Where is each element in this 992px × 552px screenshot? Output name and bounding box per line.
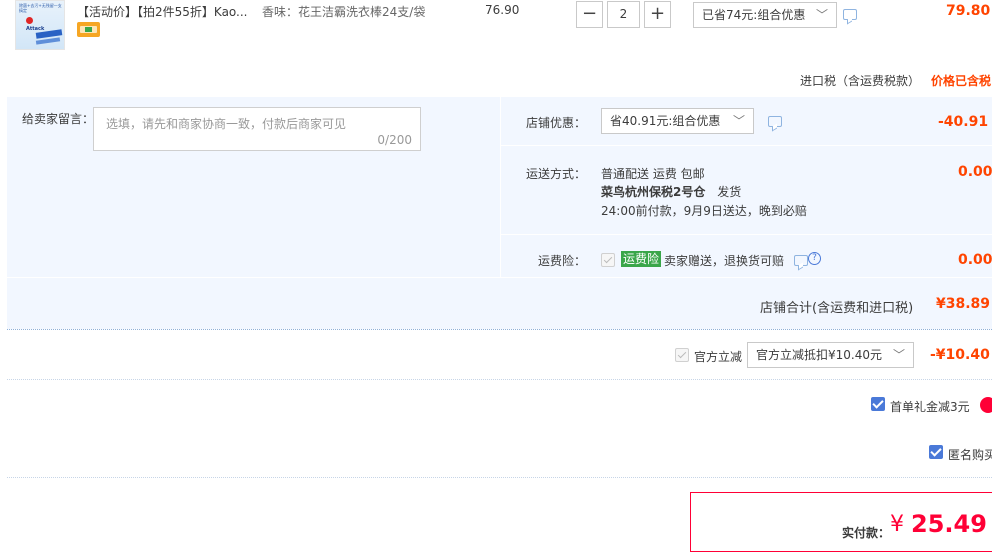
divider [7,477,992,478]
official-discount-value: -¥10.40 [930,347,990,363]
quantity-stepper[interactable]: − 2 + [576,1,671,28]
thumb-caption: 除菌+去污+无残留一支搞定 [19,3,62,13]
gift-badge-icon [980,397,992,413]
shipping-warehouse: 菜鸟杭州保税2号仓 [601,185,706,199]
quantity-increase-button[interactable]: + [644,1,671,28]
official-discount-label: 官方立减 [694,350,743,364]
insurance-text: 卖家赠送，退换货可赔 [664,254,785,268]
message-placeholder: 选填，请先和商家协商一致，付款后商家可见 [106,117,347,131]
panel-bottom-border [7,329,992,330]
insurance-tag: 运费险 [621,251,662,267]
import-tax-label: 进口税（含运费税款） [800,74,921,88]
product-thumbnail[interactable]: 除菌+去污+无残留一支搞定 Attack [15,0,65,50]
shop-total-label: 店铺合计(含运费和进口税) [760,301,914,316]
shipping-ship-word: 发货 [717,185,742,199]
first-order-checkbox[interactable] [871,397,885,411]
quantity-input[interactable]: 2 [607,1,640,28]
shipping-delivery-promise: 24:00前付款，9月9日送达，晚到必赔 [601,204,807,218]
official-discount-checkbox[interactable] [675,348,689,362]
import-tax-value: 价格已含税 [931,74,992,88]
item-promo-select-value: 已省74元:组合优惠 [702,8,806,22]
product-attribute: 香味：花王洁霸洗衣棒24支/袋 [262,5,426,19]
pay-currency: ¥ [890,512,904,537]
chat-icon[interactable] [794,255,808,266]
help-question-icon[interactable]: ? [808,252,821,265]
thumb-logo-dot [26,17,33,24]
official-discount-select[interactable]: 官方立减抵扣¥10.40元 ﹀ [747,342,914,368]
shop-discount-select-value: 省40.91元:组合优惠 [610,114,721,128]
pay-label: 实付款： [842,526,891,540]
chat-icon[interactable] [768,116,782,127]
insurance-value: 0.00 [958,252,992,268]
chevron-down-icon: ﹀ [892,348,905,362]
shipping-warehouse-line: 菜鸟杭州保税2号仓 发货 [601,183,741,200]
message-label: 给卖家留言： [22,112,95,126]
panel-divider-h2 [500,234,992,235]
card-badge-icon [77,22,100,37]
chevron-down-icon: ﹀ [732,114,745,128]
quantity-decrease-button[interactable]: − [576,1,603,28]
item-promo-select[interactable]: 已省74元:组合优惠 ﹀ [693,2,837,28]
insurance-checkbox[interactable] [601,253,615,267]
panel-divider-h3 [7,277,992,278]
insurance-label: 运费险： [538,254,587,268]
message-textarea[interactable]: 选填，请先和商家协商一致，付款后商家可见 0/200 [93,107,421,151]
pay-amount: 25.49 [911,510,987,538]
shop-discount-select[interactable]: 省40.91元:组合优惠 ﹀ [601,108,754,134]
first-order-label: 首单礼金减3元 [890,400,970,414]
panel-divider-h1 [500,145,992,146]
shop-discount-value: -40.91 [938,114,989,130]
message-counter: 0/200 [377,133,412,147]
shipping-value: 0.00 [958,164,992,180]
shop-total-value: ¥38.89 [936,296,991,312]
anonymous-label: 匿名购买 [948,448,992,462]
panel-divider-vertical [500,97,501,277]
chat-icon[interactable] [843,9,857,20]
divider [7,379,992,380]
product-title-link[interactable]: 【活动价】【拍2件55折】Kao... [77,3,248,20]
anonymous-checkbox[interactable] [929,445,943,459]
unit-price: 76.90 [485,3,520,17]
official-discount-select-value: 官方立减抵扣¥10.40元 [756,348,882,362]
shop-discount-label: 店铺优惠： [526,116,587,130]
shipping-method: 普通配送 运费 包邮 [601,167,705,181]
chevron-down-icon: ﹀ [815,8,828,22]
item-subtotal: 79.80 [946,3,991,19]
shipping-label: 运送方式： [526,167,587,181]
